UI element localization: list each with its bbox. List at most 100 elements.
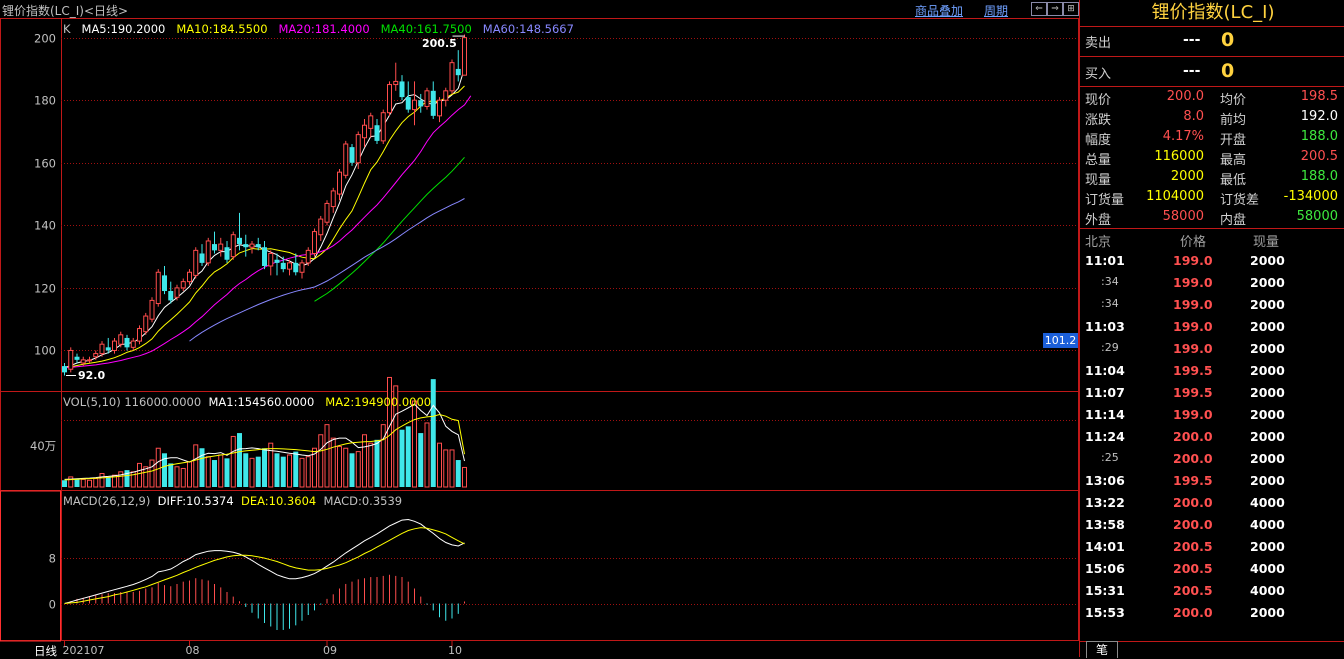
nav-right-button[interactable]: ⇒: [1047, 2, 1063, 16]
candle-body-up: [112, 340, 117, 351]
volume-bar: [155, 447, 161, 488]
candle-body-down: [62, 366, 67, 373]
period-link[interactable]: 周期: [984, 2, 1008, 19]
candle-body-up: [443, 90, 449, 101]
volume-bar: [87, 479, 92, 488]
legend-ma60: MA60:148.5667: [482, 22, 574, 36]
candle-body-down: [399, 81, 405, 98]
volume-bar: [318, 434, 324, 488]
volume-bar: [299, 457, 305, 488]
vol-legend-ma2: MA2:194900.0000: [325, 395, 432, 409]
candle-body-up: [355, 134, 361, 164]
candle-body-down: [74, 356, 80, 360]
tick-price: 199.0: [1173, 253, 1213, 268]
volume-bar: [149, 459, 155, 488]
tick-time: :34: [1101, 275, 1119, 288]
volume-bar: [330, 437, 336, 488]
candle-body-up: [218, 243, 224, 251]
candle-body-up: [424, 90, 430, 107]
tick-price: 200.5: [1173, 583, 1213, 598]
volume-bar: [387, 376, 392, 488]
candle-body-up: [287, 262, 292, 270]
candle-body-up: [149, 299, 155, 320]
tick-time: 15:53: [1085, 605, 1125, 620]
candle-body-up: [393, 80, 399, 86]
high-annotation: 200.5: [422, 37, 457, 50]
macd-axis-box: [0, 490, 61, 642]
volume-bar: [449, 449, 455, 488]
candle-body-down: [374, 125, 380, 141]
tick-price: 199.5: [1173, 473, 1213, 488]
volume-bar: [105, 476, 111, 487]
tick-volume: 2000: [1250, 407, 1285, 422]
stat-value: 200.0: [1166, 89, 1204, 104]
candle-body-up: [449, 62, 455, 92]
y-tick-label: 120: [34, 282, 56, 296]
tick-time: 14:01: [1085, 539, 1125, 554]
overlay-link[interactable]: 商品叠加: [915, 2, 963, 19]
tick-volume: 2000: [1250, 385, 1285, 400]
tick-time: :25: [1101, 451, 1119, 464]
volume-bar: [337, 446, 342, 488]
candle-body-up: [337, 171, 342, 195]
stat-label: 前均: [1220, 113, 1247, 128]
volume-bar: [255, 456, 261, 487]
volume-bar: [230, 435, 236, 488]
buy-label: 买入: [1085, 67, 1112, 82]
tick-volume: 4000: [1250, 517, 1285, 532]
nav-grid-button[interactable]: ⊞: [1063, 2, 1079, 16]
vol-legend-ma1: MA1:154560.0000: [208, 395, 315, 409]
macd-y-tick-label: 8: [49, 552, 56, 566]
volume-bar: [174, 466, 180, 488]
legend-ma10: MA10:184.5500: [176, 22, 268, 36]
volume-bar: [437, 442, 442, 488]
candle-body-down: [105, 347, 111, 351]
candle-body-up: [118, 334, 124, 345]
tick-time: 11:14: [1085, 407, 1125, 422]
tick-price: 200.0: [1173, 517, 1213, 532]
sidebar-title: 锂价指数(LC_I): [1151, 2, 1275, 23]
macd-legend-diff: DIFF:10.5374: [157, 494, 234, 508]
stat-value: 198.5: [1300, 89, 1338, 104]
candle-body-up: [93, 353, 99, 358]
candle-body-down: [274, 259, 280, 263]
volume-bar: [455, 460, 461, 487]
candle-body-down: [455, 68, 461, 76]
nav-left-button[interactable]: ⇐: [1031, 2, 1047, 16]
candle-body-up: [130, 340, 136, 348]
x-tick-label: 08: [186, 644, 200, 657]
ma-line-ma20: [64, 95, 472, 369]
tick-price: 200.0: [1173, 429, 1213, 444]
stat-label: 涨跌: [1085, 113, 1112, 128]
stat-value: 192.0: [1300, 109, 1338, 124]
volume-bar: [443, 449, 449, 488]
volume-bar: [349, 453, 355, 487]
candle-body-up: [174, 287, 180, 298]
legend-ma5: MA5:190.2000: [81, 22, 166, 36]
volume-bar: [262, 448, 267, 487]
candle-body-up: [387, 84, 392, 114]
tick-volume: 4000: [1250, 561, 1285, 576]
stat-label: 外盘: [1085, 213, 1112, 228]
tick-time: 13:22: [1085, 495, 1125, 510]
candle-body-down: [168, 291, 174, 301]
volume-bar: [243, 453, 249, 487]
tick-time: 13:58: [1085, 517, 1125, 532]
candle-body-down: [243, 244, 249, 248]
volume-bar: [343, 447, 349, 488]
candle-body-down: [212, 244, 217, 251]
tick-volume: 2000: [1250, 297, 1285, 312]
x-tick-label: 09: [323, 644, 337, 657]
sell-label: 卖出: [1085, 36, 1112, 51]
y-tick-label: 180: [34, 94, 56, 108]
y-tick-label: 200: [34, 32, 56, 46]
volume-bar: [68, 476, 74, 488]
tab-trades[interactable]: 笔: [1086, 641, 1118, 658]
tick-time: :29: [1101, 341, 1119, 354]
volume-bar: [380, 424, 386, 488]
tick-price: 199.0: [1173, 407, 1213, 422]
volume-bar: [168, 463, 174, 487]
tick-price: 199.0: [1173, 319, 1213, 334]
volume-bar: [237, 433, 242, 487]
candle-body-up: [368, 115, 374, 129]
